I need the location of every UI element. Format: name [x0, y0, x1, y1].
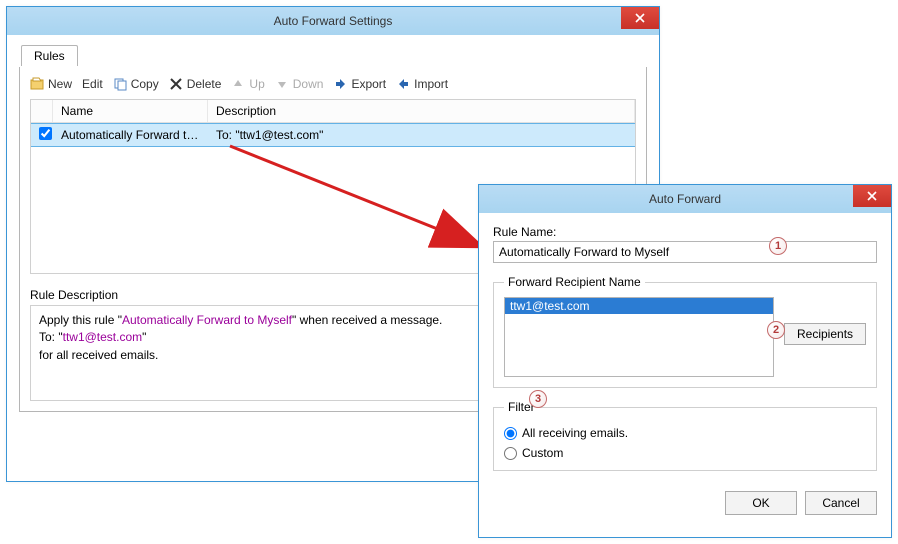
toolbar: New Edit Copy Delete Up Down: [30, 75, 636, 99]
window-title: Auto Forward: [649, 192, 721, 206]
import-icon: [396, 77, 410, 91]
close-icon: [867, 191, 877, 201]
delete-icon: [169, 77, 183, 91]
copy-button[interactable]: Copy: [113, 77, 159, 91]
desc-rule-link[interactable]: Automatically Forward to Myself: [122, 313, 292, 327]
tab-rules[interactable]: Rules: [21, 45, 78, 66]
dialog-buttons: OK Cancel: [479, 481, 891, 515]
close-button[interactable]: [853, 185, 891, 207]
edit-button[interactable]: Edit: [82, 77, 103, 91]
new-button[interactable]: New: [30, 77, 72, 91]
rule-checkbox[interactable]: [39, 127, 52, 140]
import-button[interactable]: Import: [396, 77, 448, 91]
rule-name-label: Rule Name:: [493, 225, 877, 239]
window-title: Auto Forward Settings: [274, 14, 393, 28]
filter-legend: Filter: [504, 400, 539, 414]
col-name-header: Name: [53, 100, 208, 122]
recipient-list[interactable]: ttw1@test.com: [504, 297, 774, 377]
delete-button[interactable]: Delete: [169, 77, 222, 91]
rule-name-input[interactable]: [493, 241, 877, 263]
rule-desc-cell: To: "ttw1@test.com": [208, 125, 635, 145]
up-button: Up: [231, 77, 264, 91]
auto-forward-dialog: Auto Forward Rule Name: Forward Recipien…: [478, 184, 892, 538]
arrow-up-icon: [231, 77, 245, 91]
ok-button[interactable]: OK: [725, 491, 797, 515]
arrow-down-icon: [275, 77, 289, 91]
new-icon: [30, 77, 44, 91]
export-icon: [333, 77, 347, 91]
col-checkbox: [31, 100, 53, 122]
recipient-fieldset: Forward Recipient Name ttw1@test.com Rec…: [493, 275, 877, 388]
table-header: Name Description: [31, 100, 635, 123]
down-button: Down: [275, 77, 324, 91]
col-desc-header: Description: [208, 100, 635, 122]
recipient-item[interactable]: ttw1@test.com: [505, 298, 773, 314]
close-button[interactable]: [621, 7, 659, 29]
filter-fieldset: Filter All receiving emails. Custom: [493, 400, 877, 471]
recipients-button[interactable]: Recipients: [784, 323, 866, 345]
filter-custom-radio[interactable]: Custom: [504, 446, 866, 460]
copy-icon: [113, 77, 127, 91]
cancel-button[interactable]: Cancel: [805, 491, 877, 515]
tab-strip: Rules: [19, 45, 647, 67]
rule-name-cell: Automatically Forward to...: [53, 125, 208, 145]
titlebar: Auto Forward Settings: [7, 7, 659, 35]
close-icon: [635, 13, 645, 23]
filter-all-radio[interactable]: All receiving emails.: [504, 426, 866, 440]
titlebar: Auto Forward: [479, 185, 891, 213]
export-button[interactable]: Export: [333, 77, 386, 91]
recipient-legend: Forward Recipient Name: [504, 275, 645, 289]
table-row[interactable]: Automatically Forward to... To: "ttw1@te…: [31, 123, 635, 147]
desc-recipient-link[interactable]: ttw1@test.com: [63, 330, 143, 344]
